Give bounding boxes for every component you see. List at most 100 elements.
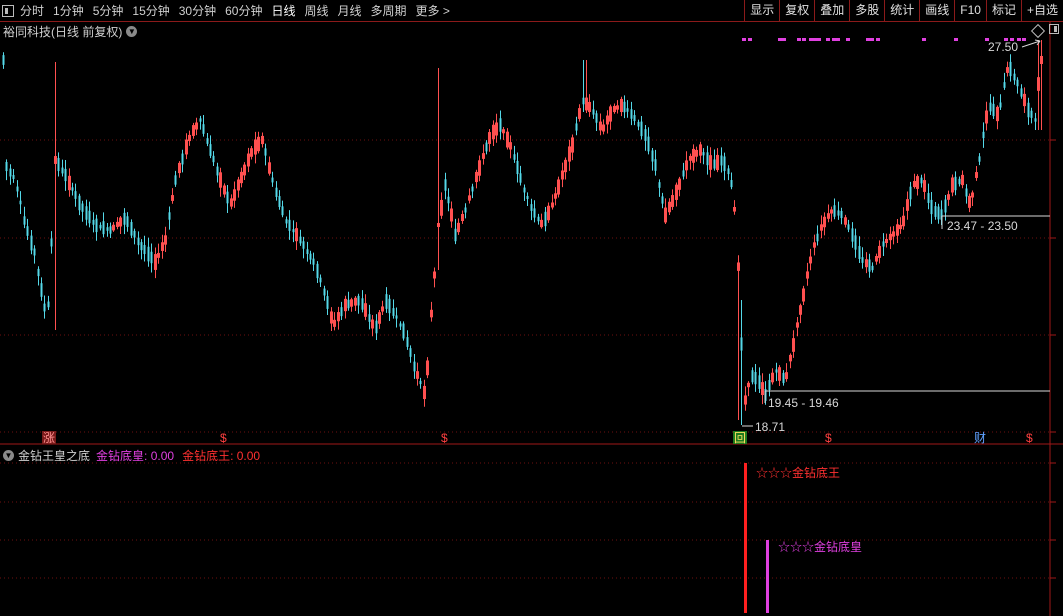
candle-body <box>464 207 467 213</box>
candle-body <box>882 241 885 247</box>
candle-body <box>130 222 133 236</box>
candle-body <box>306 249 309 255</box>
candle-body <box>281 206 284 216</box>
candle-body <box>316 263 319 279</box>
signal-dot <box>836 38 840 41</box>
candle-body <box>499 118 502 132</box>
candle-body <box>409 348 412 357</box>
candle-body <box>544 211 547 227</box>
candle-body <box>206 138 209 144</box>
candle-body <box>727 168 730 175</box>
candle-body <box>640 121 643 137</box>
candle-body <box>630 109 633 119</box>
candle-body <box>57 157 60 172</box>
candle-body <box>368 314 371 322</box>
candle-body <box>706 152 709 166</box>
candle-body <box>654 159 657 171</box>
candle-body <box>930 199 933 215</box>
candle-body <box>833 205 836 217</box>
candle-body <box>292 229 295 233</box>
candle-body <box>647 136 650 152</box>
chart-grid <box>0 22 1063 616</box>
candle-body <box>1016 79 1019 87</box>
candle-body <box>661 196 664 204</box>
candle-body <box>71 187 74 191</box>
candle-body <box>40 283 43 297</box>
candle-body <box>392 308 395 316</box>
candle-body <box>61 167 64 174</box>
jinzuan-dihuang-bar <box>766 540 769 613</box>
candle-body <box>575 123 578 131</box>
candle-body <box>982 131 985 139</box>
candle-body <box>288 219 291 231</box>
signal-dot <box>813 38 817 41</box>
candle-body <box>582 97 585 105</box>
candle-body <box>533 208 536 218</box>
candle-body <box>858 246 861 259</box>
candle-body <box>775 369 778 373</box>
candle-body <box>1020 88 1023 97</box>
signal-dot <box>809 38 813 41</box>
signal-dot <box>748 38 752 41</box>
candle-body <box>78 195 81 211</box>
diamond-icon[interactable] <box>1030 23 1046 39</box>
candle-body <box>516 160 519 175</box>
candle-body <box>992 103 995 117</box>
signal-dot <box>876 38 880 41</box>
candle-body <box>406 337 409 347</box>
signal-dot <box>954 38 958 41</box>
candle-body <box>388 298 391 314</box>
kline-chart[interactable]: 27.50 23.47 - 23.50 19.45 - 19.46 18.71 涨 $ $ $… <box>0 0 1063 616</box>
candle-body <box>682 170 685 177</box>
chevron-down-icon[interactable]: ▼ <box>126 26 138 37</box>
candle-body <box>126 216 129 227</box>
candle-body <box>633 115 636 122</box>
candle-body <box>702 152 705 156</box>
candle-body <box>264 148 267 156</box>
candle-body <box>1027 102 1030 118</box>
s-marker: $ <box>441 431 448 445</box>
candle-body <box>816 233 819 242</box>
candle-body <box>275 187 278 197</box>
candle-body <box>413 361 416 372</box>
candle-body <box>526 195 529 200</box>
candle-body <box>927 193 930 203</box>
candle-body <box>592 109 595 115</box>
candle-body <box>33 248 36 256</box>
candle-body <box>302 241 305 249</box>
candle-body <box>85 206 88 220</box>
candle-body <box>123 212 126 225</box>
candle-body <box>5 161 8 172</box>
candle-body <box>958 178 961 185</box>
signal-dot <box>922 38 926 41</box>
panel-icons <box>1030 23 1059 39</box>
candle-body <box>934 206 937 217</box>
s-marker: $ <box>825 431 832 445</box>
candle-body <box>285 219 288 224</box>
candle-body <box>454 228 457 242</box>
candle-body <box>713 159 716 169</box>
candle-body <box>754 372 757 385</box>
signal-dot <box>846 38 850 41</box>
candle-body <box>519 173 522 183</box>
zhang-marker: 涨 <box>43 430 55 445</box>
candle-body <box>1013 73 1016 81</box>
chevron-down-icon[interactable]: ▼ <box>3 450 14 461</box>
stock-title[interactable]: 裕同科技(日线 前复权) ▼ <box>3 23 138 40</box>
candle-body <box>720 155 723 166</box>
candle-body <box>2 55 5 65</box>
candle-body <box>989 102 992 112</box>
chart-overlays: 27.50 23.47 - 23.50 19.45 - 19.46 18.71 涨 $ $ $… <box>42 38 1050 554</box>
candle-body <box>47 301 50 308</box>
maximize-icon[interactable] <box>1049 24 1059 34</box>
candle-body <box>43 303 46 312</box>
candle-body <box>106 227 109 231</box>
candle-body <box>64 168 67 182</box>
dihuang-annotation: ☆☆☆金钻底皇 <box>778 539 862 554</box>
series-label-huang: 金钻底皇 <box>96 449 145 463</box>
indicator-title[interactable]: ▼ 金钻王皇之底 金钻底皇 : 0.00 金钻底王 : 0.00 <box>3 447 260 464</box>
candle-body <box>854 235 857 250</box>
candle-body <box>168 212 171 220</box>
candle-body <box>768 380 771 390</box>
series-value-huang: 0.00 <box>150 448 175 463</box>
